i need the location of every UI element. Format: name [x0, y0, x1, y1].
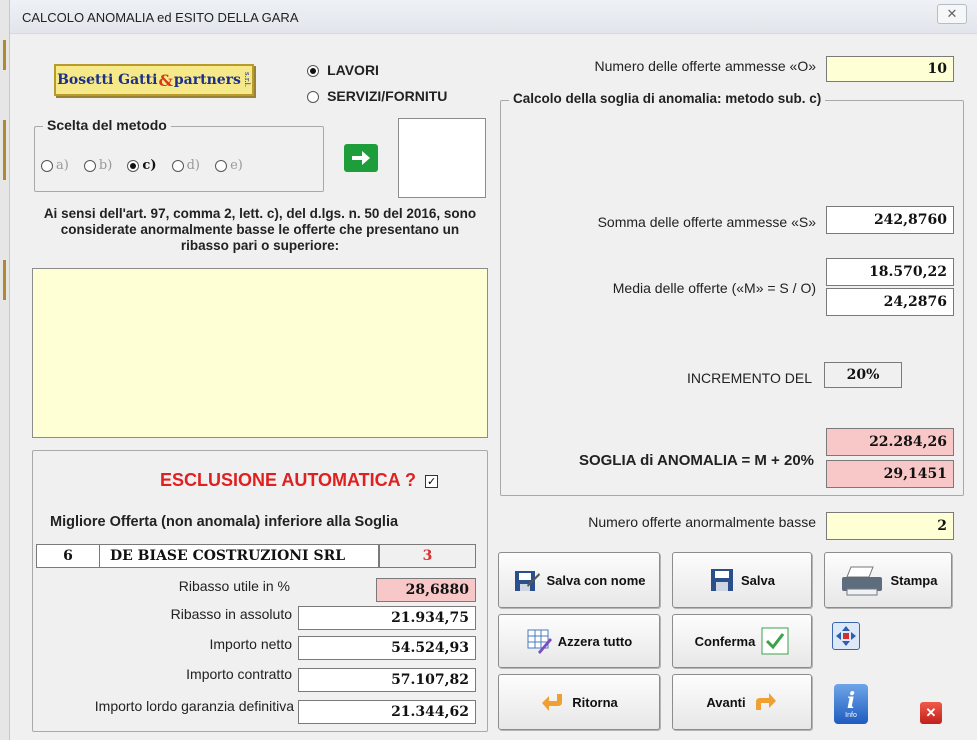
media-field-2: 24,2876 — [826, 288, 954, 316]
radio-servizi-label: SERVIZI/FORNITU — [327, 88, 448, 104]
importo-lordo-label: Importo lordo garanzia definitiva — [94, 698, 294, 714]
salva-button[interactable]: Salva — [672, 552, 812, 608]
resize-button[interactable] — [832, 622, 860, 650]
importo-netto-label: Importo netto — [209, 636, 293, 652]
metodo-radio-a[interactable] — [41, 159, 53, 172]
stampa-button[interactable]: Stampa — [824, 552, 952, 608]
offer-number-field: 6 — [36, 544, 100, 568]
numero-offerte-field: 10 — [826, 56, 954, 82]
salva-con-nome-button[interactable]: Salva con nome — [498, 552, 660, 608]
metodo-radio-b[interactable] — [83, 159, 96, 172]
save-as-icon — [514, 571, 540, 591]
esclusione-title-row: ESCLUSIONE AUTOMATICA ? ✓ — [160, 470, 439, 491]
media-field-1: 18.570,22 — [826, 258, 954, 286]
check-icon: ✓ — [426, 475, 437, 488]
legal-text: Ai sensi dell'art. 97, comma 2, lett. c)… — [43, 206, 477, 253]
info-icon: i — [846, 687, 856, 714]
forward-arrow-icon — [755, 693, 776, 710]
soglia-field-2: 29,1451 — [826, 460, 954, 488]
company-logo: Bosetti Gatti & partners s.r.l. — [54, 64, 254, 96]
arrow-right-icon — [352, 151, 370, 165]
soglia-label: SOGLIA di ANOMALIA = M + 20% — [578, 452, 814, 469]
window-title: CALCOLO ANOMALIA ed ESITO DELLA GARA — [22, 10, 299, 25]
anorm-label: Numero offerte anormalmente basse — [588, 514, 816, 530]
calc-group-title: Calcolo della soglia di anomalia: metodo… — [509, 91, 826, 106]
somma-label: Somma delle offerte ammesse «S» — [597, 214, 816, 230]
avanti-button[interactable]: Avanti — [672, 674, 812, 730]
metodo-options: a) b) c) d) e) — [41, 155, 253, 174]
importo-contratto-field: 57.107,82 — [298, 668, 476, 692]
save-icon — [711, 569, 733, 591]
incremento-field: 20% — [824, 362, 902, 388]
ribasso-utile-field: 28,6880 — [376, 578, 476, 602]
radio-lavori-dot[interactable] — [307, 64, 319, 77]
title-bar: CALCOLO ANOMALIA ed ESITO DELLA GARA ✕ — [10, 0, 977, 34]
exit-x-icon: ✕ — [925, 705, 937, 720]
rank-field: 3 — [379, 544, 476, 568]
importo-netto-field: 54.524,93 — [298, 636, 476, 660]
soglia-field-1: 22.284,26 — [826, 428, 954, 456]
conferma-button[interactable]: Conferma — [672, 614, 812, 668]
radio-lavori-label: LAVORI — [327, 62, 379, 78]
company-name-field: DE BIASE COSTRUZIONI SRL — [99, 544, 379, 568]
return-arrow-icon — [542, 694, 563, 711]
metodo-radio-c[interactable] — [127, 159, 140, 172]
close-icon: ✕ — [946, 6, 958, 21]
azzera-tutto-button[interactable]: Azzera tutto — [498, 614, 660, 668]
incremento-label: INCREMENTO DEL — [687, 370, 812, 386]
info-button[interactable]: i Info — [834, 684, 868, 724]
numero-offerte-label: Numero delle offerte ammesse «O» — [594, 58, 816, 74]
ribasso-assoluto-label: Ribasso in assoluto — [170, 606, 292, 622]
esclusione-checkbox[interactable]: ✓ — [425, 475, 439, 488]
importo-lordo-field: 21.344,62 — [298, 700, 476, 724]
clear-table-icon — [527, 629, 552, 654]
ribasso-assoluto-field: 21.934,75 — [298, 606, 476, 630]
dialog-window: CALCOLO ANOMALIA ed ESITO DELLA GARA ✕ B… — [0, 0, 977, 740]
media-label: Media delle offerte («M» = S / O) — [612, 280, 816, 296]
printer-icon — [841, 566, 882, 596]
ritorna-button[interactable]: Ritorna — [498, 674, 660, 730]
exit-button[interactable]: ✕ — [920, 702, 942, 724]
metodo-group: Scelta del metodo a) b) c) d) e) — [34, 117, 324, 192]
anorm-field: 2 — [826, 512, 954, 540]
result-textarea[interactable] — [32, 268, 488, 438]
radio-servizi[interactable]: SERVIZI/FORNITU — [307, 86, 487, 106]
esclusione-title: ESCLUSIONE AUTOMATICA ? — [160, 470, 416, 490]
go-arrow-button[interactable] — [344, 144, 378, 172]
background-strip — [0, 0, 10, 740]
resize-arrows-icon — [836, 626, 856, 646]
metodo-radio-e[interactable] — [215, 159, 228, 172]
preview-box — [398, 118, 486, 198]
importo-contratto-label: Importo contratto — [186, 666, 292, 682]
window-close-button[interactable]: ✕ — [937, 4, 967, 24]
ribasso-utile-label: Ribasso utile in % — [178, 578, 290, 594]
radio-lavori[interactable]: LAVORI — [307, 60, 379, 79]
radio-servizi-dot[interactable] — [307, 90, 319, 103]
migliore-offerta-label: Migliore Offerta (non anomala) inferiore… — [50, 514, 399, 530]
metodo-radio-d[interactable] — [171, 159, 184, 172]
somma-field: 242,8760 — [826, 206, 954, 234]
check-green-icon — [761, 627, 789, 655]
metodo-group-title: Scelta del metodo — [43, 117, 171, 133]
